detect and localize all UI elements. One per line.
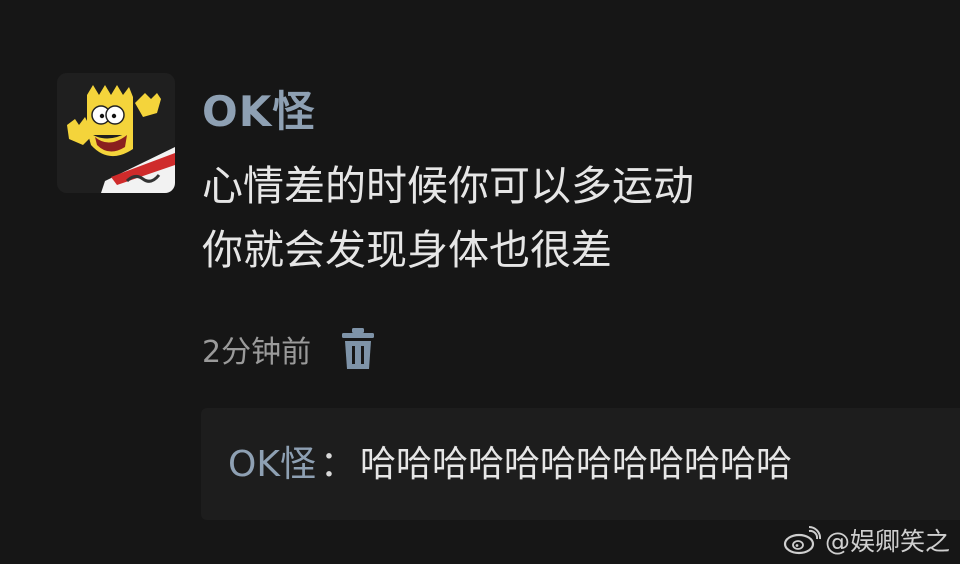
avatar[interactable]: [57, 73, 175, 193]
reply-line: OK怪：哈哈哈哈哈哈哈哈哈哈哈哈: [228, 440, 792, 490]
comment-text: 心情差的时候你可以多运动 你就会发现身体也很差: [202, 154, 694, 282]
timestamp: 2分钟前: [202, 335, 312, 370]
bart-avatar-image: [57, 73, 175, 193]
reply-box[interactable]: OK怪：哈哈哈哈哈哈哈哈哈哈哈哈: [201, 408, 960, 520]
reply-username[interactable]: OK怪: [228, 444, 316, 485]
trash-icon[interactable]: [341, 327, 375, 371]
reply-text: 哈哈哈哈哈哈哈哈哈哈哈哈: [359, 444, 792, 485]
watermark-text: @娱卿笑之: [824, 527, 950, 556]
comment-line: 你就会发现身体也很差: [202, 226, 612, 274]
comment-meta: 2分钟前: [202, 324, 375, 374]
comment-username[interactable]: OK怪: [202, 86, 315, 138]
watermark: @娱卿笑之: [783, 522, 950, 558]
comment-line: 心情差的时候你可以多运动: [202, 162, 694, 210]
reply-separator: ：: [319, 444, 356, 485]
weibo-logo-icon: [783, 525, 821, 555]
